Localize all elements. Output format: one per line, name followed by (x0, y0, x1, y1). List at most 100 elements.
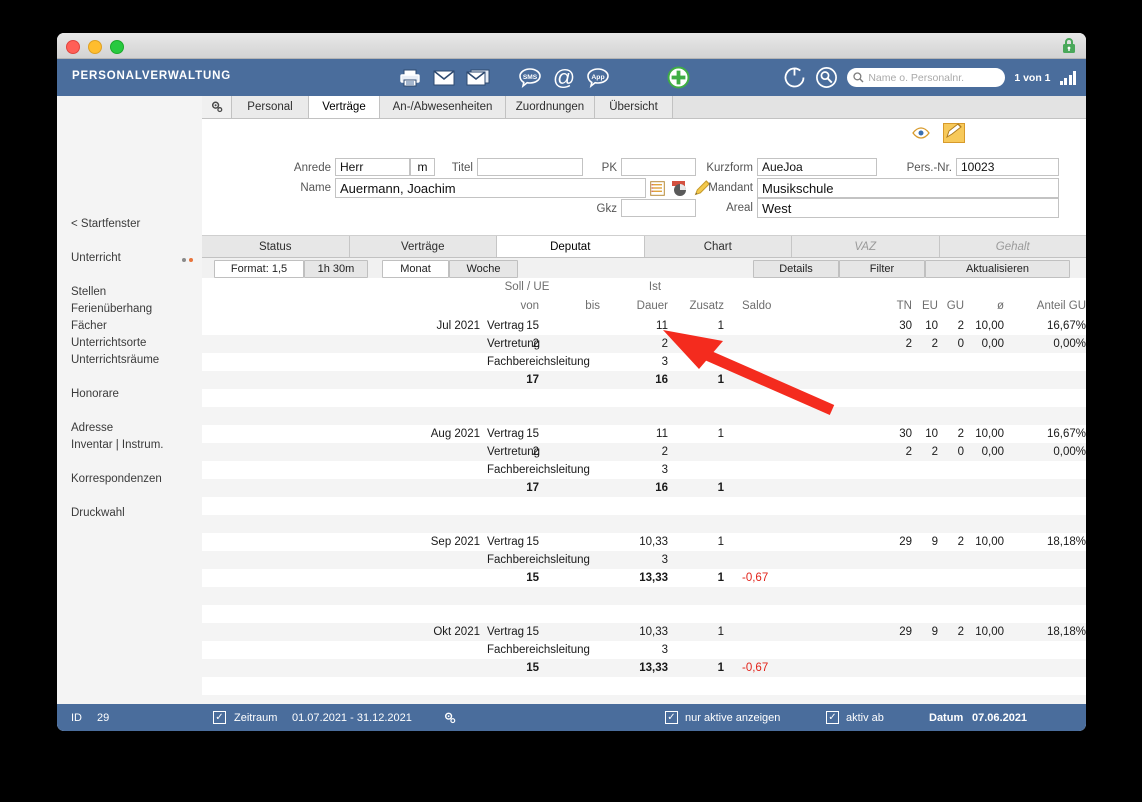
time-format-button[interactable]: 1h 30m (304, 260, 368, 278)
col-eu: EU (922, 300, 938, 312)
monat-button[interactable]: Monat (382, 260, 449, 278)
mails-icon[interactable] (461, 59, 495, 96)
table-total-row[interactable]: 17 16 1 (202, 371, 1086, 389)
tab-zuordnungen[interactable]: Zuordnungen (506, 96, 595, 118)
format-button[interactable]: Format: 1,5 (214, 260, 304, 278)
table-row[interactable]: Fachbereichsleitung 3 (202, 353, 1086, 371)
sidebar-item-unterrichtsorte[interactable]: Unterrichtsorte (71, 337, 146, 349)
areal-field[interactable]: West (757, 198, 1059, 218)
subtab-deputat[interactable]: Deputat (497, 236, 645, 257)
cell-dauer: 13,33 (639, 662, 668, 674)
cell-gu: 0 (957, 446, 964, 458)
tab-an-abwesenheiten[interactable]: An-/Abwesenheiten (380, 96, 506, 118)
sidebar-item-druckwahl[interactable]: Druckwahl (71, 507, 125, 519)
subtab-vaz[interactable]: VAZ (792, 236, 940, 257)
cell-tn: 29 (899, 536, 912, 548)
subtab-status[interactable]: Status (202, 236, 350, 257)
sidebar-item-korrespondenzen[interactable]: Korrespondenzen (71, 473, 162, 485)
mail-icon[interactable] (427, 59, 461, 96)
tab-filler (673, 96, 1086, 118)
details-button[interactable]: Details (753, 260, 839, 278)
mandant-field[interactable]: Musikschule (757, 178, 1059, 198)
at-icon[interactable]: @ (547, 59, 581, 96)
titel-field[interactable] (477, 158, 583, 176)
table-spacer-row (202, 695, 1086, 704)
sidebar-item-startfenster[interactable]: < Startfenster (71, 218, 140, 230)
table-row[interactable]: Jul 2021 Vertrag 15 11 1 30 10 2 10,00 16,67% (202, 317, 1086, 335)
subtab-chart[interactable]: Chart (644, 236, 792, 257)
table-row[interactable]: Sep 2021 Vertrag 15 10,33 1 29 9 2 10,00 18,18% (202, 533, 1086, 551)
table-row[interactable]: Aug 2021 Vertrag 15 11 1 30 10 2 10,00 16,67% (202, 425, 1086, 443)
name-field[interactable]: Auermann, Joachim (335, 178, 646, 198)
tab-vertraege[interactable]: Verträge (309, 96, 380, 118)
cell-saldo: -0,67 (742, 662, 769, 674)
table-row[interactable]: Okt 2021 Vertrag 15 10,33 1 29 9 2 10,00 18,18% (202, 623, 1086, 641)
cell-zusatz: 1 (717, 482, 724, 494)
sidebar-item-faecher[interactable]: Fächer (71, 320, 107, 332)
cell-tn: 30 (899, 320, 912, 332)
nur-aktive-checkbox[interactable]: ✓ (665, 711, 678, 724)
datum-label: Datum (929, 712, 964, 724)
persnr-field[interactable]: 10023 (956, 158, 1059, 176)
filter-button[interactable]: Filter (839, 260, 925, 278)
eye-icon[interactable] (912, 127, 930, 139)
zeitraum-checkbox[interactable]: ✓ (213, 711, 226, 724)
cell-gu: 0 (957, 338, 964, 350)
find-icon[interactable] (815, 66, 838, 89)
cell-dauer: 3 (661, 464, 668, 476)
cell-zusatz: 1 (717, 572, 724, 584)
search-input[interactable]: Name o. Personalnr. (847, 68, 1006, 87)
table-total-row[interactable]: 15 13,33 1 -0,67 (202, 659, 1086, 677)
cell-tn: 30 (899, 428, 912, 440)
sidebar-item-ferienueberhang[interactable]: Ferienüberhang (71, 303, 152, 315)
app-icon[interactable]: App (581, 59, 615, 96)
table-spacer-row (202, 515, 1086, 533)
sidebar-item-honorare[interactable]: Honorare (71, 388, 119, 400)
table-row[interactable]: Fachbereichsleitung 3 (202, 461, 1086, 479)
table-total-row[interactable]: 17 16 1 (202, 479, 1086, 497)
maximize-button[interactable] (110, 40, 124, 54)
close-button[interactable] (66, 40, 80, 54)
subtab-vertraege[interactable]: Verträge (349, 236, 497, 257)
app-window: PERSONALVERWALTUNG SMS @ App Name o. Per… (57, 33, 1086, 731)
table-row[interactable]: Fachbereichsleitung 3 (202, 641, 1086, 659)
datum-value[interactable]: 07.06.2021 (972, 712, 1027, 724)
add-icon[interactable] (661, 59, 695, 96)
refresh-button[interactable]: Aktualisieren (925, 260, 1070, 278)
sidebar-item-inventar[interactable]: Inventar | Instrum. (71, 439, 163, 451)
cell-dauer: 2 (661, 338, 668, 350)
anrede-field[interactable]: Herr (335, 158, 410, 176)
note-edit-icon[interactable] (942, 121, 966, 145)
aktiv-ab-checkbox[interactable]: ✓ (826, 711, 839, 724)
minimize-button[interactable] (88, 40, 102, 54)
print-icon[interactable] (393, 59, 427, 96)
col-tn: TN (896, 300, 912, 312)
cell-eu: 2 (931, 338, 938, 350)
table-row[interactable]: Vertretung 2 2 2 2 0 0,00 0,00% (202, 443, 1086, 461)
table-row[interactable]: Fachbereichsleitung 3 (202, 551, 1086, 569)
window-controls[interactable] (66, 40, 124, 54)
cell-avg: 10,00 (975, 428, 1004, 440)
status-gear-icon[interactable] (443, 711, 457, 725)
sidebar-item-unterrichtsraeume[interactable]: Unterrichtsräume (71, 354, 159, 366)
cell-anteil: 18,18% (1046, 536, 1086, 548)
sidebar-item-unterricht[interactable]: Unterricht (71, 252, 121, 264)
sms-icon[interactable]: SMS (513, 59, 547, 96)
kurzform-field[interactable]: AueJoa (757, 158, 877, 176)
woche-button[interactable]: Woche (449, 260, 518, 278)
table-total-row[interactable]: 15 13,33 1 -0,67 (202, 569, 1086, 587)
gear-icon[interactable] (202, 96, 232, 118)
cell-eu: 9 (931, 626, 938, 638)
tab-uebersicht[interactable]: Übersicht (595, 96, 673, 118)
tab-personal[interactable]: Personal (232, 96, 309, 118)
sidebar-item-stellen[interactable]: Stellen (71, 286, 106, 298)
subtab-gehalt[interactable]: Gehalt (939, 236, 1086, 257)
gender-field[interactable]: m (410, 158, 435, 176)
col-dauer: Dauer (636, 300, 668, 312)
sidebar-item-adresse[interactable]: Adresse (71, 422, 113, 434)
refresh-icon[interactable] (783, 66, 806, 89)
table-row[interactable]: Vertretung 2 2 2 2 0 0,00 0,00% (202, 335, 1086, 353)
cell-eu: 9 (931, 536, 938, 548)
signal-bars-icon[interactable] (1059, 70, 1076, 85)
zeitraum-value[interactable]: 01.07.2021 - 31.12.2021 (292, 712, 412, 724)
